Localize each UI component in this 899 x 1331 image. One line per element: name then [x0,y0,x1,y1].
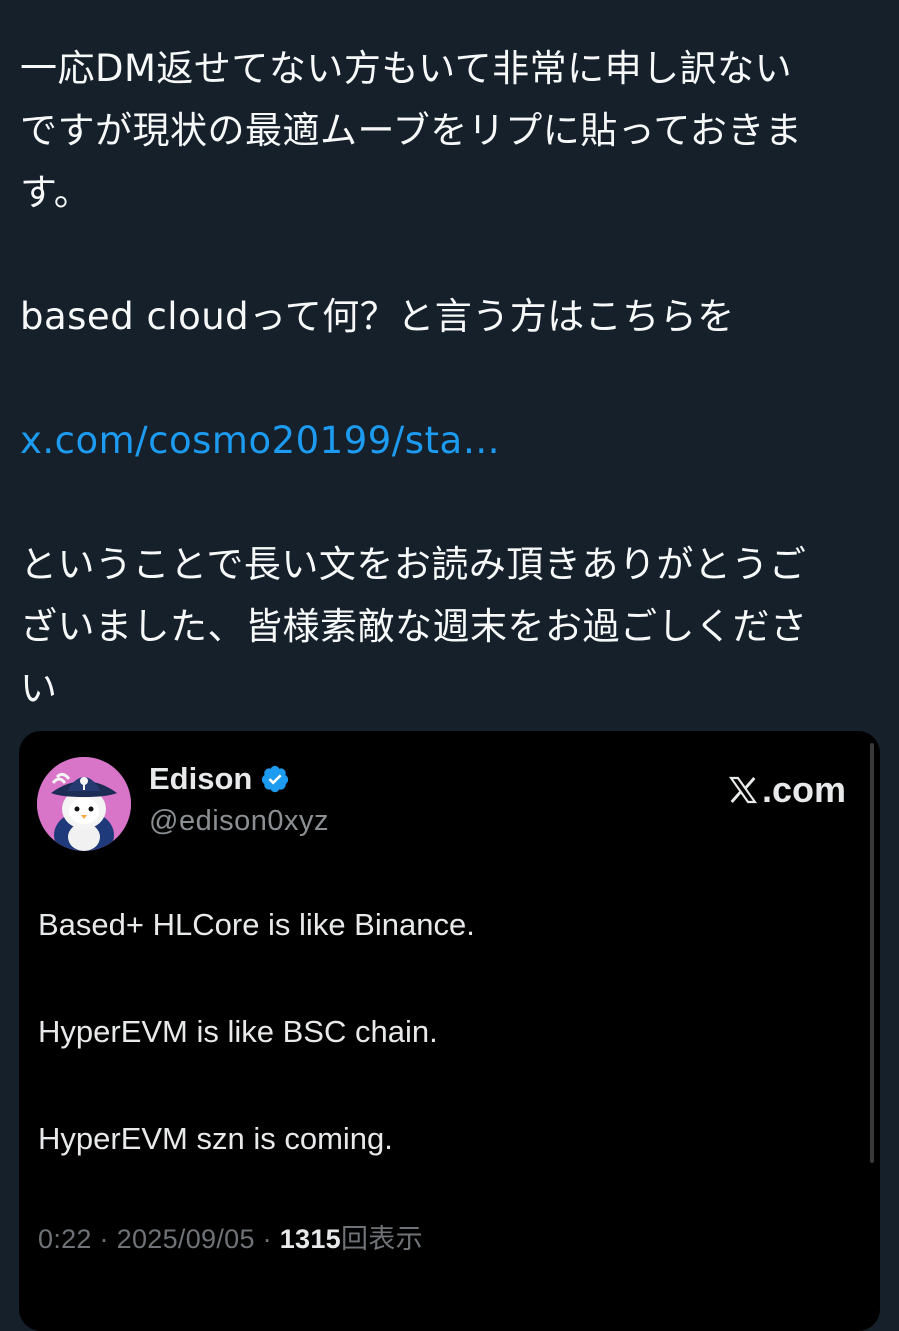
views-label: 回表示 [340,1224,423,1254]
quoted-tweet-line: HyperEVM szn is coming. [38,1121,393,1156]
author-handle[interactable]: @edison0xyz [149,805,329,838]
verified-badge-icon [262,765,289,793]
tweet-time[interactable]: 0:22 [38,1224,92,1254]
x-logo-icon [728,776,758,804]
avatar[interactable] [37,757,131,851]
tweet-text-line: based cloudって何？と言う方はこちらを [20,295,735,338]
tweet-text-line: す。 [20,171,92,214]
tweet-date[interactable]: 2025/09/05 [117,1224,255,1254]
tweet-text-line: ということで長い文をお読み頂きありがとうご [20,543,807,586]
tweet-text-line: ざいました、皆様素敵な週末をお過ごしくださ [20,605,808,648]
meta-separator: · [254,1224,280,1254]
quoted-tweet-text: Based+ HLCore is like Binance. HyperEVM … [38,901,838,1222]
quoted-tweet-line: Based+ HLCore is like Binance. [38,907,475,942]
quoted-tweet-card[interactable]: Edison @edison0xyz .com Based+ HLCore is… [19,731,880,1331]
tweet-body: 一応DM返せてない方もいて非常に申し訳ない ですが現状の最適ムーブをリプに貼って… [20,38,880,720]
tweet-text-line: い [20,667,58,710]
scrollbar[interactable] [870,743,874,1163]
penguin-pirate-avatar-icon [37,757,131,851]
meta-separator: · [91,1224,117,1254]
tweet-text-line: 一応DM返せてない方もいて非常に申し訳ない [20,47,793,90]
site-label: .com [761,769,846,810]
tweet-link[interactable]: x.com/cosmo20199/sta… [20,419,500,462]
quoted-tweet-line: HyperEVM is like BSC chain. [38,1014,438,1049]
author-name[interactable]: Edison [149,761,252,797]
quoted-tweet-meta: 0:22 · 2025/09/05 · 1315回表示 [38,1217,423,1256]
site-badge[interactable]: .com [727,769,846,811]
views-count: 1315 [279,1224,341,1254]
tweet-text-line: ですが現状の最適ムーブをリプに貼っておきま [20,109,803,152]
author-name-row[interactable]: Edison [149,761,290,797]
